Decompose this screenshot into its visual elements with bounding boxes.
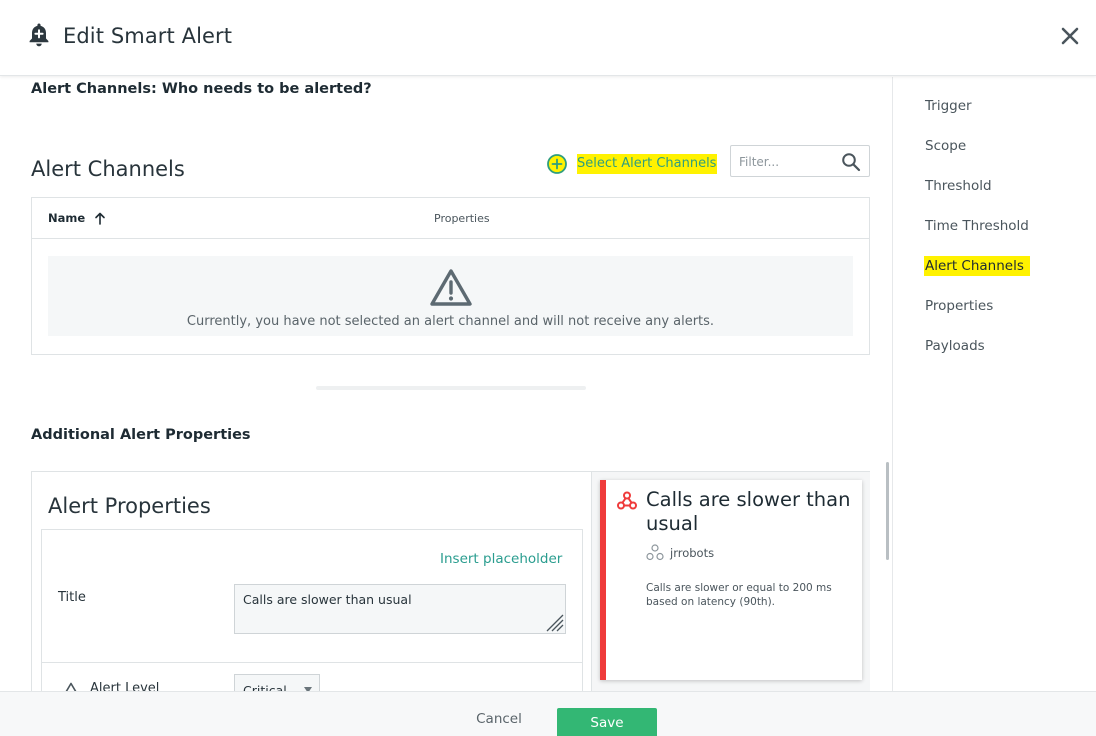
select-alert-channels-label: Select Alert Channels <box>577 154 718 174</box>
content-scrollbar[interactable] <box>886 462 889 560</box>
empty-state-message: Currently, you have not selected an aler… <box>186 314 715 329</box>
column-header-properties[interactable]: Properties <box>434 212 490 225</box>
section-divider <box>316 386 586 390</box>
alert-level-icon <box>65 682 77 691</box>
alert-preview-card: Calls are slower than usual jrrobots Cal… <box>600 480 862 680</box>
sidebar-item-time-threshold[interactable]: Time Threshold <box>925 216 1029 236</box>
save-button[interactable]: Save <box>557 708 657 736</box>
empty-state: Currently, you have not selected an aler… <box>48 256 853 336</box>
column-name-label: Name <box>48 211 86 225</box>
additional-properties-heading: Additional Alert Properties <box>31 427 251 443</box>
sort-ascending-icon <box>95 212 105 225</box>
select-alert-channels-button[interactable]: Select Alert Channels <box>546 151 718 177</box>
bell-plus-icon <box>29 23 49 47</box>
search-icon[interactable] <box>841 152 861 172</box>
alert-channels-heading: Alert Channels: Who needs to be alerted? <box>31 81 372 97</box>
alert-properties-form: Alert Properties Insert placeholder Titl… <box>32 472 591 691</box>
row-divider <box>42 662 582 663</box>
title-field-label: Title <box>58 590 86 605</box>
add-circle-icon <box>547 154 567 174</box>
sidebar-item-trigger[interactable]: Trigger <box>925 96 972 116</box>
modal-header: Edit Smart Alert <box>0 0 1096 76</box>
column-header-name[interactable]: Name <box>48 211 106 225</box>
alert-level-select[interactable]: Critical <box>234 674 320 691</box>
preview-entity: jrrobots <box>670 546 715 560</box>
alert-level-value: Critical <box>243 683 287 691</box>
modal-title: Edit Smart Alert <box>63 24 233 48</box>
sidebar-item-threshold[interactable]: Threshold <box>925 176 992 196</box>
alert-channels-title: Alert Channels <box>31 157 185 181</box>
alert-properties-title: Alert Properties <box>48 494 211 518</box>
close-icon[interactable] <box>1059 25 1081 47</box>
sidebar-item-scope[interactable]: Scope <box>925 136 966 156</box>
cancel-button[interactable]: Cancel <box>470 708 528 730</box>
title-field[interactable]: Calls are slower than usual <box>234 584 566 634</box>
entity-icon <box>646 544 664 561</box>
sidebar-item-payloads[interactable]: Payloads <box>925 336 985 356</box>
insert-placeholder-link[interactable]: Insert placeholder <box>440 551 562 567</box>
preview-description: Calls are slower or equal to 200 ms base… <box>646 582 832 608</box>
filter-input[interactable] <box>739 152 835 172</box>
sidebar-item-properties[interactable]: Properties <box>925 296 993 316</box>
alert-channels-table: Name Properties Currently, you have not … <box>31 197 870 355</box>
main-content: Alert Channels: Who needs to be alerted?… <box>0 77 892 691</box>
sidebar-item-alert-channels[interactable]: Alert Channels <box>924 256 1030 276</box>
properties-form-box: Insert placeholder Title Calls are slowe… <box>41 529 583 691</box>
alert-preview-area: Calls are slower than usual jrrobots Cal… <box>591 472 870 691</box>
modal-footer: Cancel Save <box>0 691 1096 736</box>
section-nav-sidebar: Trigger Scope Threshold Time Threshold A… <box>892 77 1096 691</box>
filter-box <box>730 145 870 177</box>
webhook-icon <box>617 491 637 510</box>
table-header: Name Properties <box>32 198 869 239</box>
warning-icon <box>430 269 472 306</box>
alert-level-label: Alert Level <box>90 681 160 691</box>
alert-properties-panel: Alert Properties Insert placeholder Titl… <box>31 471 870 691</box>
preview-title: Calls are slower than usual <box>646 488 851 535</box>
